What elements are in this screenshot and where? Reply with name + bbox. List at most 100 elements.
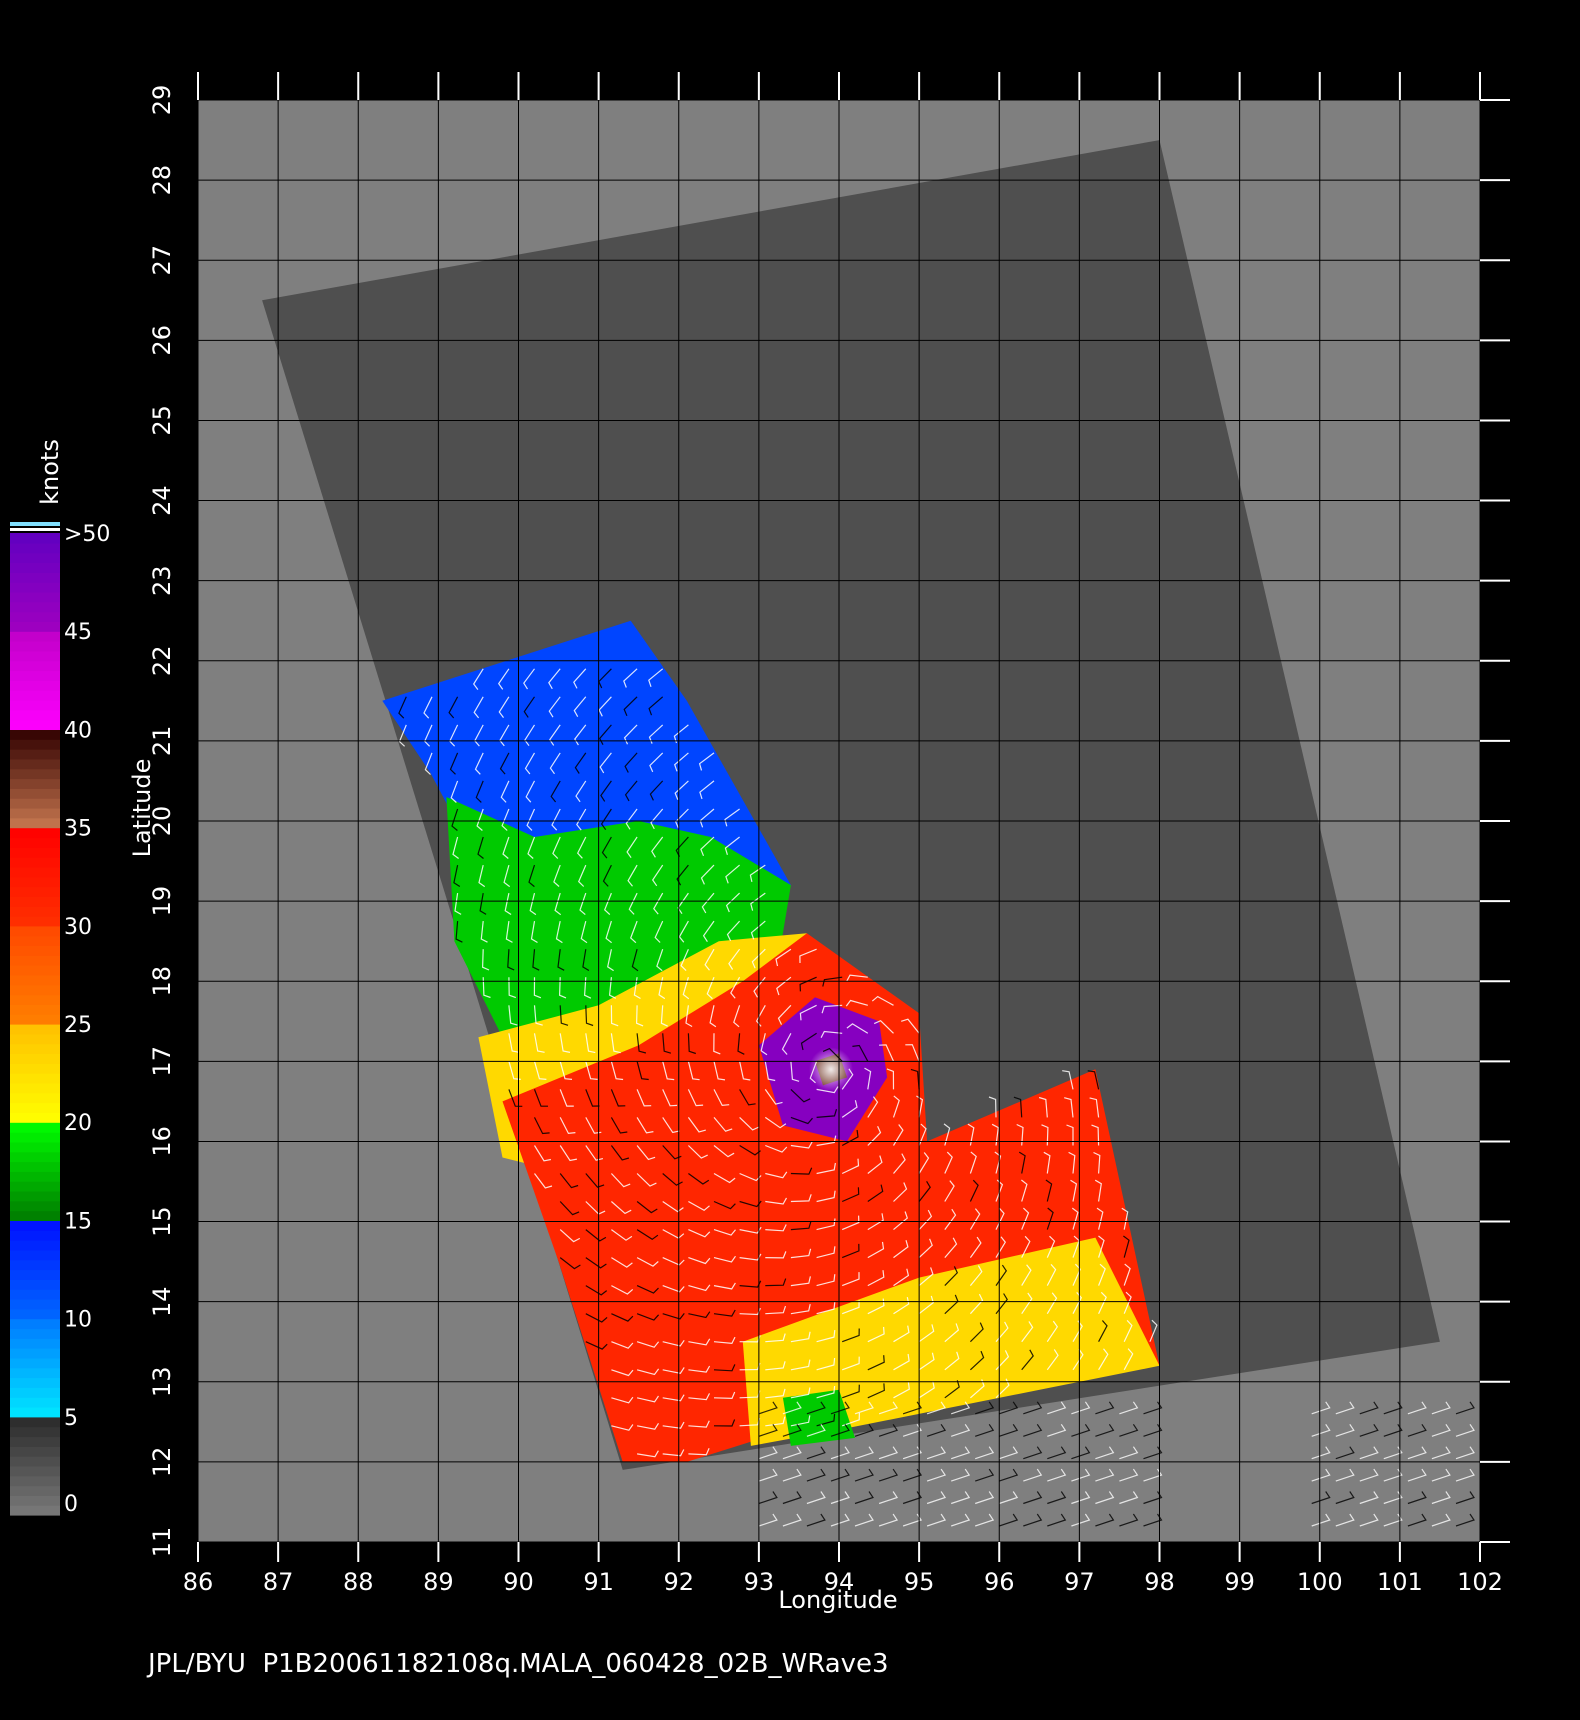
x-tick-label: 100	[1297, 1568, 1343, 1596]
y-tick-label: 21	[148, 726, 176, 757]
colorbar-swatch	[10, 1024, 60, 1035]
y-tick-label: 18	[148, 966, 176, 997]
y-tick-label: 28	[148, 165, 176, 196]
y-tick-label: 17	[148, 1046, 176, 1077]
y-tick-label: 26	[148, 325, 176, 356]
colorbar-swatch	[10, 857, 60, 868]
y-tick-label: 16	[148, 1126, 176, 1157]
colorbar-swatch	[10, 1073, 60, 1084]
colorbar-swatch	[10, 582, 60, 593]
colorbar-swatch	[10, 562, 60, 573]
colorbar-swatch	[10, 837, 60, 848]
colorbar-swatch	[10, 1043, 60, 1055]
colorbar-swatch	[10, 601, 60, 613]
colorbar-swatch	[10, 1426, 60, 1438]
y-tick-label: 15	[148, 1206, 176, 1237]
colorbar-swatch	[10, 1446, 60, 1457]
colorbar-swatch	[10, 1377, 60, 1388]
x-tick-label: 97	[1064, 1568, 1095, 1596]
colorbar-swatch	[10, 1406, 60, 1418]
colorbar-swatch	[10, 1230, 60, 1241]
y-tick-label: 14	[148, 1286, 176, 1317]
colorbar-swatch	[10, 1171, 60, 1182]
x-tick-label: 88	[343, 1568, 374, 1596]
colorbar-swatch	[10, 1289, 60, 1300]
colorbar-swatch	[10, 1387, 60, 1398]
colorbar-swatch	[10, 1456, 60, 1467]
colorbar-swatch	[10, 1397, 60, 1408]
colorbar-swatch	[10, 1033, 60, 1045]
colorbar-swatch	[10, 660, 60, 672]
colorbar-tick-label: 5	[64, 1406, 78, 1431]
colorbar-swatch	[10, 866, 60, 878]
colorbar-tick-label: 15	[64, 1209, 92, 1234]
colorbar-swatch	[10, 1298, 60, 1310]
colorbar-swatch	[10, 984, 60, 996]
colorbar-unit-label: knots	[36, 439, 64, 505]
colorbar-swatch	[10, 906, 60, 917]
colorbar-swatch	[10, 847, 60, 858]
colorbar-swatch	[10, 729, 60, 740]
colorbar-swatch	[10, 542, 60, 554]
colorbar-swatch	[10, 807, 60, 819]
wind-speed-colorbar	[10, 533, 60, 1516]
x-tick-label: 93	[744, 1568, 775, 1596]
colorbar-swatch	[10, 925, 60, 937]
right-tick-marks	[1480, 99, 1510, 1543]
x-axis-label: Longitude	[778, 1586, 897, 1614]
wind-map-figure: 86 87 88 89 90 91 92 93 94 95 96 97 98 99 100 101 102 11…	[10, 72, 1510, 1679]
y-tick-label: 23	[148, 565, 176, 596]
colorbar-swatch	[10, 1181, 60, 1192]
y-tick-label: 22	[148, 646, 176, 677]
colorbar-swatch	[10, 1259, 60, 1271]
colorbar-swatch	[10, 1240, 60, 1251]
colorbar-swatch	[10, 572, 60, 583]
colorbar-swatch	[10, 533, 60, 544]
top-tick-marks	[197, 72, 1481, 100]
storm-eye-highlight	[808, 1047, 853, 1092]
y-tick-label: 27	[148, 245, 176, 276]
colorbar-swatch	[10, 1367, 60, 1379]
y-tick-label: 12	[148, 1447, 176, 1478]
colorbar-swatch	[10, 1004, 60, 1015]
colorbar-swatch	[10, 1141, 60, 1153]
colorbar-swatch	[10, 965, 60, 976]
colorbar-swatch	[10, 827, 60, 839]
colorbar-swatch	[10, 1092, 60, 1104]
colorbar-swatch	[10, 955, 60, 966]
colorbar-swatch	[10, 1190, 60, 1202]
colorbar-swatch	[10, 994, 60, 1005]
colorbar-swatch	[10, 974, 60, 986]
x-tick-label: 99	[1224, 1568, 1255, 1596]
colorbar-swatch	[10, 641, 60, 652]
colorbar-tick-label: 45	[64, 620, 92, 645]
colorbar-tick-label: 25	[64, 1013, 92, 1038]
x-tick-label: 92	[663, 1568, 694, 1596]
colorbar-swatch	[10, 778, 60, 789]
colorbar-swatch	[10, 611, 60, 622]
colorbar-swatch	[10, 680, 60, 691]
colorbar-swatch	[10, 631, 60, 642]
bottom-tick-marks	[197, 1542, 1481, 1562]
colorbar-swatch	[10, 591, 60, 603]
colorbar-swatch	[10, 1436, 60, 1447]
colorbar-top-marker-2	[10, 528, 60, 531]
colorbar-tick-labels: 0 5 10 15 20 25 30 35 40 45 >50	[64, 522, 110, 1517]
x-tick-label: 102	[1457, 1568, 1503, 1596]
colorbar-swatch	[10, 886, 60, 897]
colorbar-tick-label: 30	[64, 915, 92, 940]
colorbar-swatch	[10, 1348, 60, 1359]
colorbar-swatch	[10, 1465, 60, 1477]
y-tick-label: 13	[148, 1367, 176, 1398]
colorbar-swatch	[10, 621, 60, 632]
colorbar-swatch	[10, 670, 60, 681]
colorbar-swatch	[10, 749, 60, 760]
y-tick-label: 19	[148, 886, 176, 917]
colorbar-tick-label: 0	[64, 1492, 78, 1517]
colorbar-swatch	[10, 1485, 60, 1496]
colorbar-swatch	[10, 1132, 60, 1143]
colorbar-swatch	[10, 1308, 60, 1320]
colorbar-swatch	[10, 1014, 60, 1025]
colorbar-swatch	[10, 1063, 60, 1074]
x-tick-label: 101	[1377, 1568, 1423, 1596]
